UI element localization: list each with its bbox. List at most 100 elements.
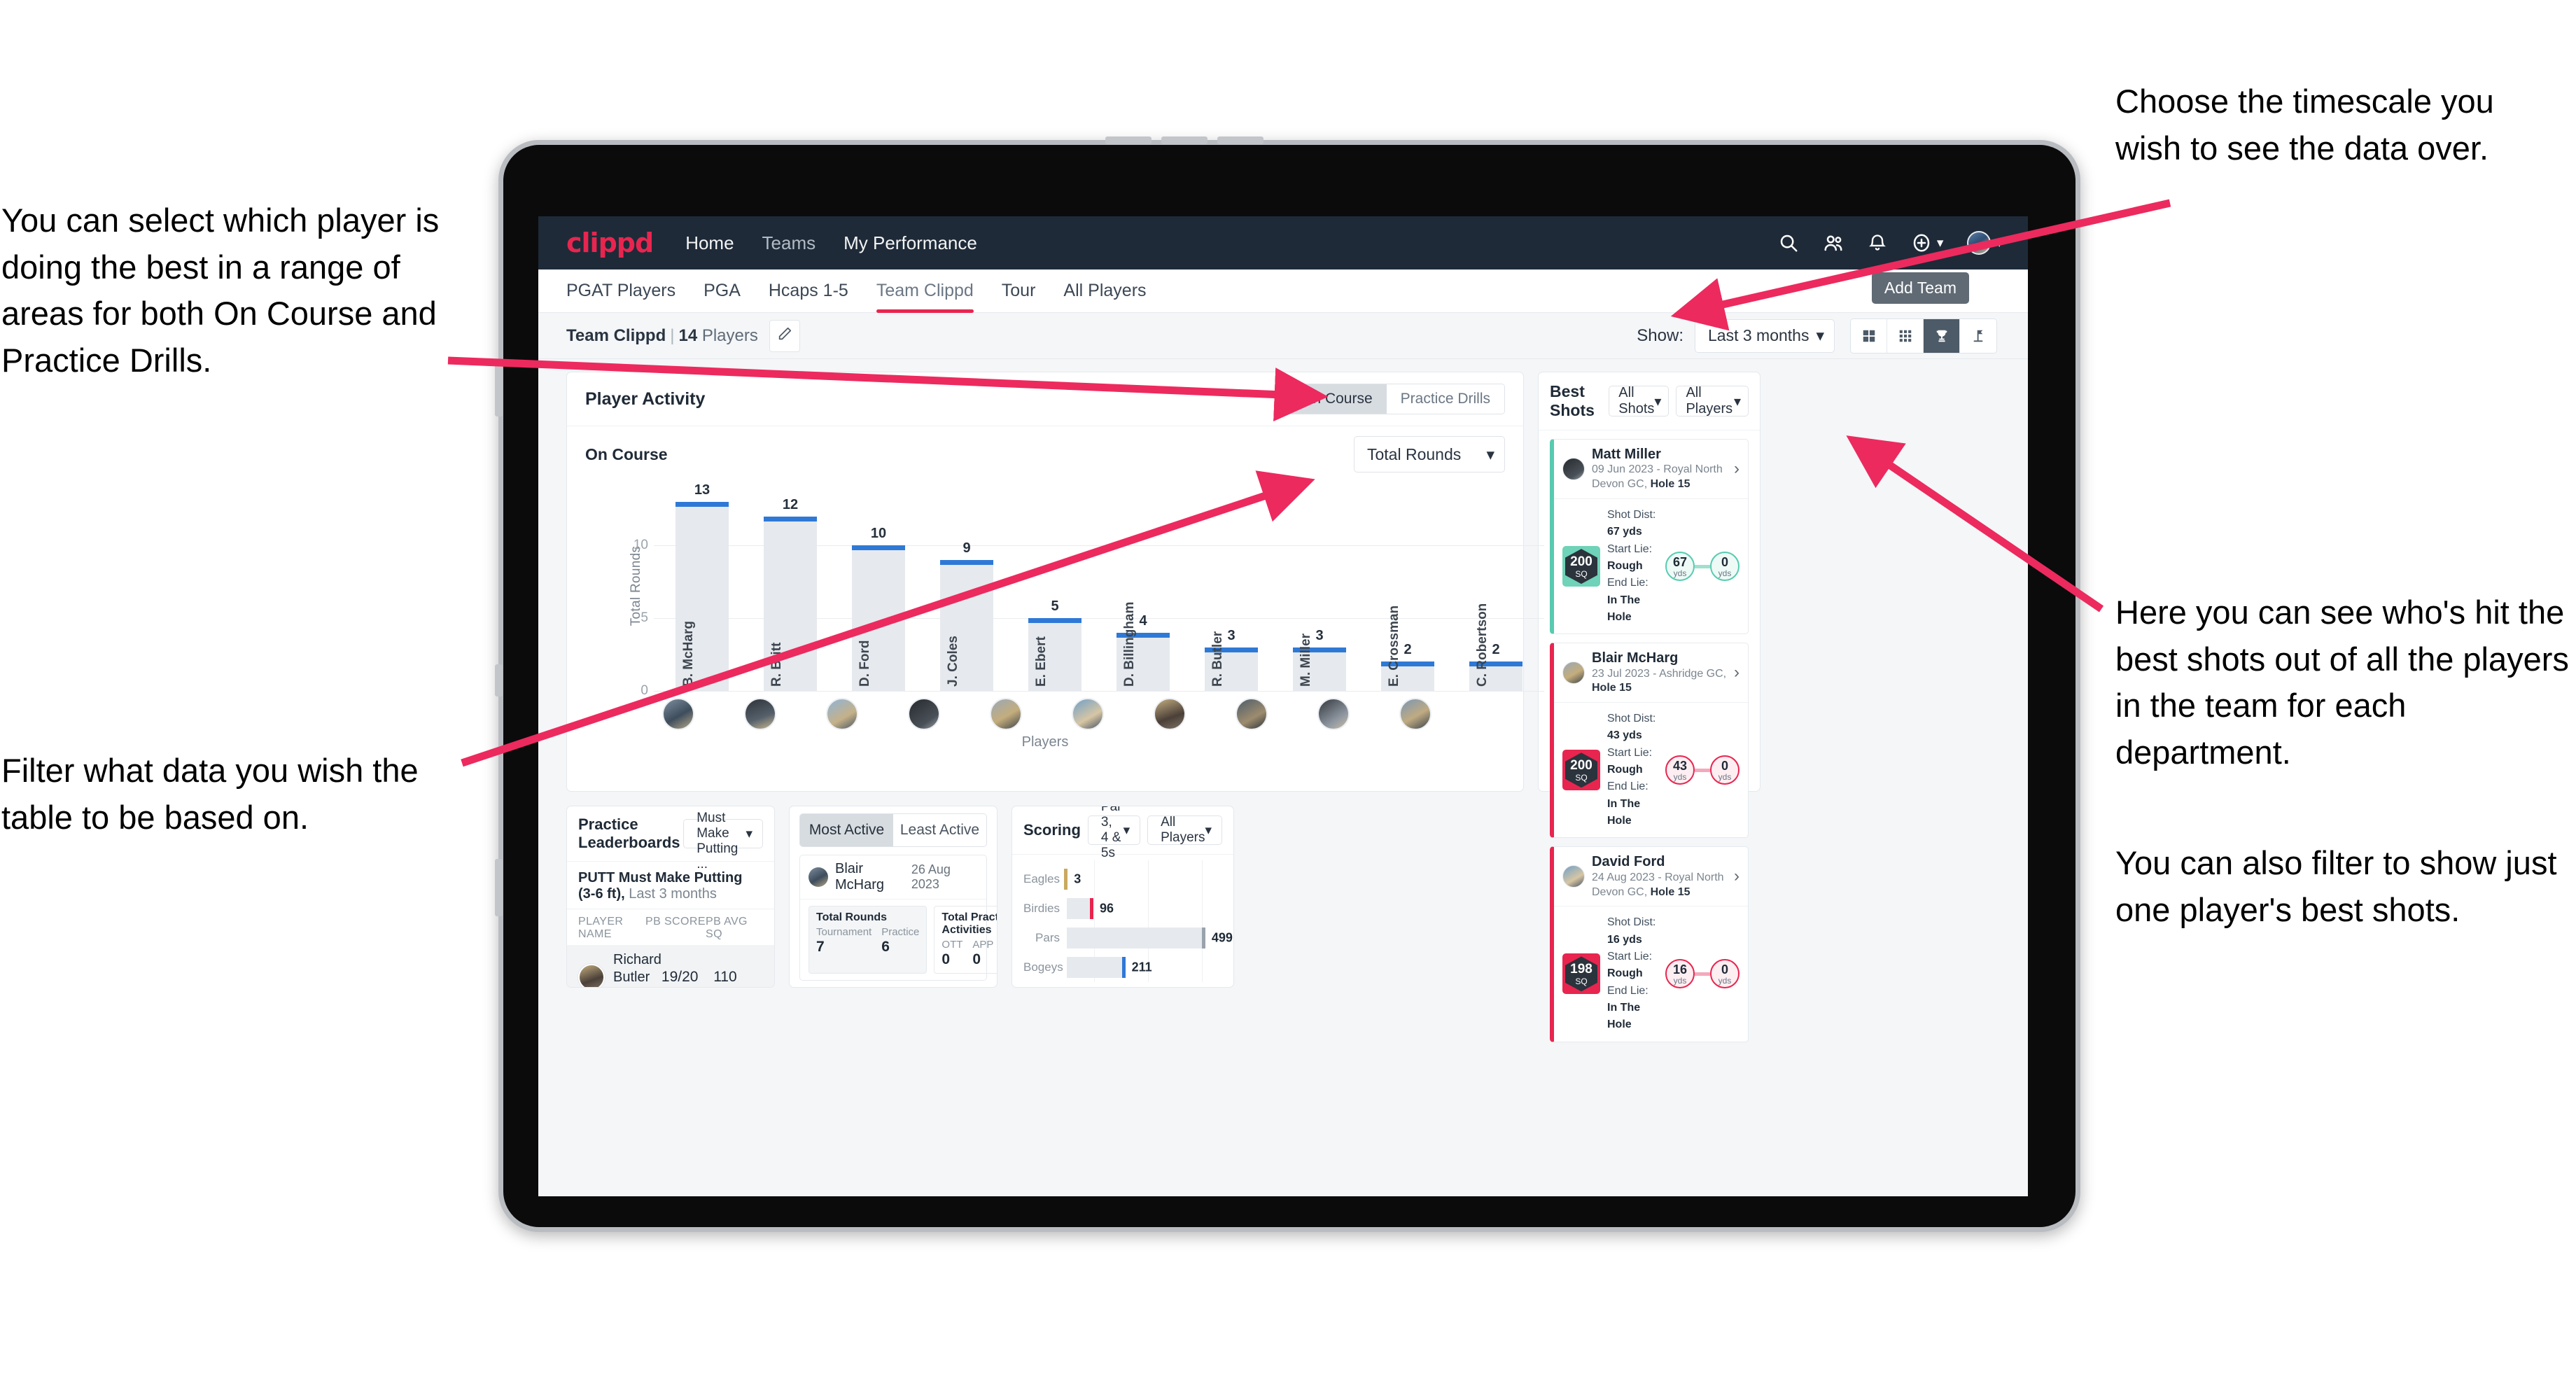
shot-start-distance: 16 yds [1665, 959, 1695, 989]
bar-value-label: 3 [1315, 627, 1324, 643]
bell-icon[interactable] [1868, 233, 1887, 253]
scoring-bar-row[interactable]: Bogeys 211 [1023, 953, 1222, 982]
scoring-player-filter[interactable]: All Players ▾ [1147, 815, 1222, 845]
chart-bar-column[interactable]: 12 R. Britt [746, 481, 834, 691]
chart-bar[interactable]: D. Billingham [1116, 602, 1170, 691]
player-avatar[interactable] [825, 698, 858, 730]
clippd-logo[interactable]: clippd [566, 227, 654, 258]
avatar [1562, 662, 1585, 685]
player-avatar[interactable] [1235, 698, 1268, 730]
scoring-bar-value: 499 [1211, 930, 1233, 945]
scoring-bar-row[interactable]: Pars 499 [1023, 923, 1233, 953]
tab-most-active[interactable]: Most Active [800, 814, 893, 846]
tab-pgat-players[interactable]: PGAT Players [566, 270, 676, 313]
view-toggle-group [1850, 318, 1997, 354]
device-button-left-2 [495, 664, 503, 696]
chart-bar-column[interactable]: 2 C. Robertson [1452, 481, 1540, 691]
chevron-right-icon[interactable]: › [1734, 663, 1740, 682]
chart-bar[interactable]: E. Ebert [1028, 618, 1082, 691]
shot-dist-line: Shot Dist: 16 yds [1607, 914, 1658, 948]
tab-team-clippd[interactable]: Team Clippd [876, 270, 974, 313]
segment-on-course[interactable]: On Course [1287, 384, 1387, 414]
chart-bar[interactable]: M. Miller [1293, 634, 1346, 691]
chart-bar-column[interactable]: 5 E. Ebert [1011, 481, 1099, 691]
start-lie-line: Start Lie: Rough [1607, 745, 1658, 779]
player-avatar[interactable] [1153, 698, 1186, 730]
tab-all-players[interactable]: All Players [1063, 270, 1146, 313]
scoring-bar-fill [1067, 957, 1126, 978]
start-dist-value: 43 [1672, 758, 1688, 773]
bar-value-label: 2 [1492, 642, 1500, 658]
chart-bar-column[interactable]: 10 D. Ford [834, 481, 923, 691]
best-shots-shot-filter[interactable]: All Shots ▾ [1609, 385, 1670, 416]
grid-large-icon-button[interactable] [1851, 318, 1887, 353]
table-row[interactable]: Richard Butler🏆119/20 110 [567, 945, 774, 987]
nav-link-teams[interactable]: Teams [762, 232, 816, 254]
best-shot-card[interactable]: Matt Miller 09 Jun 2023 - Royal North Dev… [1550, 439, 1749, 635]
chart-bar-column[interactable]: 3 R. Butler [1187, 481, 1275, 691]
bar-category-label: C. Robertson [1475, 603, 1490, 687]
scoring-bar-row[interactable]: Eagles 3 [1023, 864, 1222, 894]
player-avatar[interactable] [1317, 698, 1350, 730]
app-value: 0 [972, 951, 981, 967]
avatar-menu[interactable]: ▾ [1967, 231, 2003, 255]
end-dist-unit: yds [1718, 975, 1732, 986]
metric-select[interactable]: Total Rounds ▾ [1354, 436, 1505, 472]
people-icon[interactable] [1823, 232, 1844, 253]
chart-bar-column[interactable]: 13 B. McHarg [658, 481, 746, 691]
timescale-select[interactable]: Last 3 months ▾ [1695, 318, 1835, 353]
bar-value-label: 2 [1404, 642, 1412, 658]
golf-flag-icon-button[interactable] [1960, 318, 1996, 353]
end-lie-line: End Lie: In The Hole [1607, 575, 1658, 626]
chart-bar[interactable]: R. Britt [764, 516, 817, 691]
segment-practice-drills[interactable]: Practice Drills [1386, 384, 1504, 414]
end-lie-value: In The Hole [1607, 1001, 1641, 1031]
best-shot-card[interactable]: Blair McHarg 23 Jul 2023 - Ashridge GC, H… [1550, 643, 1749, 839]
plus-circle-icon[interactable]: ▾ [1911, 232, 1943, 253]
chart-wrapper: Total Rounds 0 5 10 13 B. McHarg 12 R. Britt 1… [567, 475, 1544, 791]
scoring-bar-row[interactable]: Birdies 96 [1023, 894, 1222, 923]
chevron-right-icon[interactable]: › [1734, 867, 1740, 886]
chart-bar[interactable]: R. Butler [1205, 631, 1258, 691]
player-avatar[interactable] [907, 698, 940, 730]
player-avatar[interactable] [1071, 698, 1104, 730]
tab-pga[interactable]: PGA [704, 270, 741, 313]
player-avatar[interactable] [1399, 698, 1432, 730]
edit-team-button[interactable] [769, 319, 800, 352]
drill-select[interactable]: PUTT Must Make Putting ... ▾ [683, 806, 763, 872]
activity-player-name: Blair McHarg [835, 861, 885, 892]
best-shot-player-info: Matt Miller 09 Jun 2023 - Royal North Dev… [1592, 446, 1734, 492]
search-icon[interactable] [1778, 232, 1799, 253]
scoring-bar-value: 96 [1100, 901, 1114, 916]
nav-link-my-performance[interactable]: My Performance [844, 232, 977, 254]
chart-bar-column[interactable]: 4 D. Billingham [1099, 481, 1187, 691]
chart-bar-column[interactable]: 3 M. Miller [1275, 481, 1364, 691]
best-shots-player-filter[interactable]: All Players ▾ [1676, 385, 1749, 416]
start-lie-label: Start Lie: [1607, 746, 1653, 759]
grid-small-icon-button[interactable] [1887, 318, 1924, 353]
nav-link-home[interactable]: Home [685, 232, 734, 254]
trophy-icon-button[interactable] [1924, 318, 1960, 353]
activity-card[interactable]: Blair McHarg 26 Aug 2023 Total Rounds Tourn… [799, 855, 997, 981]
shot-filter-value: All Shots [1618, 385, 1655, 416]
sq-unit: SQ [1575, 772, 1588, 783]
avatar [1967, 231, 1991, 255]
tab-least-active[interactable]: Least Active [893, 814, 986, 846]
scoring-par-filter[interactable]: Par 3, 4 & 5s ▾ [1087, 806, 1141, 860]
team-separator: | [670, 326, 675, 345]
chart-bar-column[interactable]: 2 E. Crossman [1364, 481, 1452, 691]
tab-tour[interactable]: Tour [1002, 270, 1036, 313]
player-avatar[interactable] [662, 698, 694, 730]
chevron-right-icon[interactable]: › [1734, 459, 1740, 479]
chart-bar[interactable]: C. Robertson [1469, 603, 1522, 691]
chart-bar[interactable]: D. Ford [852, 545, 905, 691]
player-avatar[interactable] [743, 698, 776, 730]
chart-bar-column[interactable]: 9 J. Coles [923, 481, 1011, 691]
chart-bar[interactable]: E. Crossman [1381, 606, 1434, 691]
tab-hcaps-1-5[interactable]: Hcaps 1-5 [769, 270, 848, 313]
player-avatar[interactable] [989, 698, 1022, 730]
best-shot-card[interactable]: David Ford 24 Aug 2023 - Royal North Devo… [1550, 846, 1749, 1042]
chart-bar[interactable]: B. McHarg [676, 502, 729, 691]
add-team-tooltip: Add Team [1871, 272, 1969, 304]
chart-bar[interactable]: J. Coles [940, 560, 993, 691]
